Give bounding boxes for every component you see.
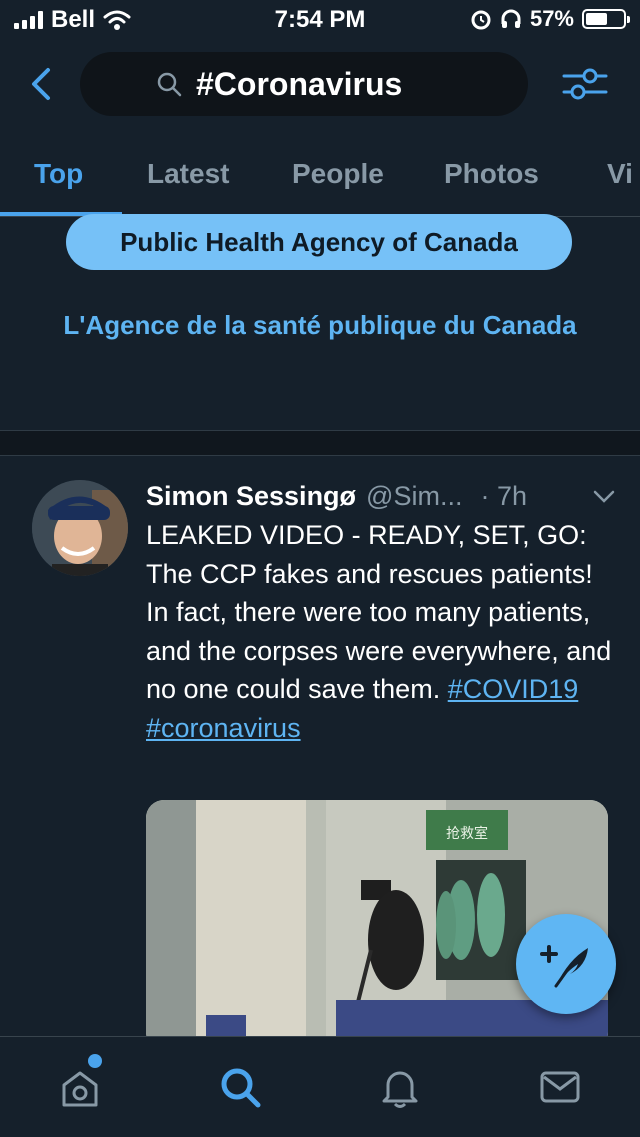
tweet-body: LEAKED VIDEO - READY, SET, GO: The CCP f… (146, 516, 616, 747)
search-query: #Coronavirus (196, 65, 403, 102)
compose-tweet-button[interactable] (516, 914, 616, 1014)
section-divider (0, 430, 640, 456)
sliders-icon[interactable] (560, 64, 610, 104)
tab-latest[interactable]: Latest (147, 132, 229, 216)
home-icon[interactable] (56, 1063, 104, 1111)
author-name[interactable]: Simon Sessingø (146, 481, 356, 512)
hashtag-link[interactable]: #coronavirus (146, 713, 301, 743)
alarm-icon (471, 10, 491, 30)
aspc-link[interactable]: L'Agence de la santé publique du Canada (0, 310, 640, 341)
tab-people[interactable]: People (292, 132, 384, 216)
media-sign: 抢救室 (446, 825, 488, 842)
mail-icon[interactable] (536, 1063, 584, 1111)
compose-tweet-icon (540, 945, 588, 988)
tab-videos[interactable]: Vi (607, 132, 633, 216)
search-icon[interactable] (216, 1063, 264, 1111)
avatar[interactable] (32, 480, 128, 576)
hashtag-link[interactable]: #COVID19 (448, 674, 579, 704)
status-bar: Bell 7:54 PM 57% (0, 0, 640, 40)
tab-top[interactable]: Top (34, 132, 83, 216)
tweet-time: · 7h (480, 480, 527, 511)
search-icon (157, 72, 182, 97)
author-handle[interactable]: @Sim... (366, 481, 462, 512)
search-input[interactable]: #Coronavirus (80, 52, 528, 116)
phac-button[interactable]: Public Health Agency of Canada (66, 214, 572, 270)
chevron-down-icon[interactable] (592, 484, 616, 508)
headphones-icon (501, 9, 521, 28)
battery-percent: 57% (529, 6, 574, 31)
search-header: #Coronavirus (0, 48, 640, 124)
bell-icon[interactable] (376, 1063, 424, 1111)
avatar-image (32, 480, 128, 576)
chevron-left-icon[interactable] (22, 64, 62, 104)
new-content-dot (88, 1054, 102, 1068)
search-tabs: Top Latest People Photos Vi (0, 132, 640, 217)
battery-icon (582, 9, 630, 29)
tab-photos[interactable]: Photos (444, 132, 539, 216)
tweet-header: Simon Sessingø @Sim... · 7h (146, 478, 616, 514)
bottom-nav (0, 1036, 640, 1137)
